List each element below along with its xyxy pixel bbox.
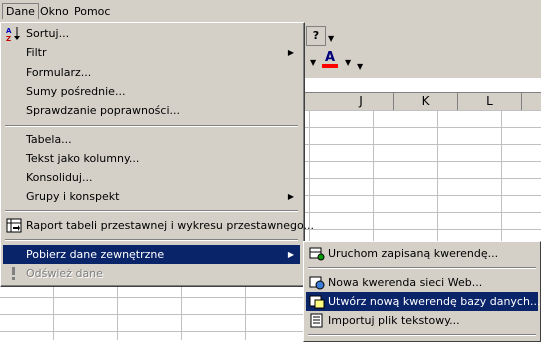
- menu-okno[interactable]: Okno: [37, 4, 72, 19]
- submenu-arrow-icon: ▶: [287, 192, 294, 201]
- menu-separator: [5, 125, 298, 127]
- menu-item-label: Odśwież dane: [26, 267, 103, 280]
- column-headers: J K L: [300, 93, 541, 111]
- font-color-icon[interactable]: A: [322, 50, 338, 68]
- menu-item-tabela[interactable]: Tabela...: [3, 130, 300, 149]
- menu-bar: Dane Okno Pomoc: [0, 0, 541, 23]
- menu-item-sumy-posrednie[interactable]: Sumy pośrednie...: [3, 82, 300, 101]
- chevron-down-icon[interactable]: ▼: [357, 62, 363, 71]
- submenu-item-nowa-kwerenda-web[interactable]: Nowa kwerenda sieci Web...: [306, 273, 538, 292]
- chevron-down-icon[interactable]: ▼: [310, 58, 316, 67]
- submenu-item-label: Importuj plik tekstowy...: [328, 314, 460, 327]
- chevron-down-icon[interactable]: ▼: [328, 34, 334, 43]
- menu-item-sprawdzanie-poprawnosci[interactable]: Sprawdzanie poprawności...: [3, 101, 300, 120]
- sort-az-icon: A Z: [6, 27, 20, 41]
- menu-item-sortuj[interactable]: A Z Sortuj...: [3, 24, 300, 43]
- column-header-j[interactable]: J: [329, 93, 394, 110]
- menu-separator: [5, 239, 298, 241]
- menu-separator: [308, 267, 536, 269]
- submenu-item-label: Uruchom zapisaną kwerendę...: [328, 247, 499, 260]
- chevron-down-icon[interactable]: ▼: [345, 58, 351, 67]
- formula-bar[interactable]: [300, 78, 541, 93]
- font-color-swatch: [322, 64, 338, 68]
- menu-separator: [5, 210, 298, 212]
- pivot-table-icon: [6, 218, 22, 233]
- menu-separator: [308, 334, 536, 336]
- menu-item-pobierz-dane-zewnetrzne[interactable]: Pobierz dane zewnętrzne ▶: [3, 245, 300, 264]
- menu-item-filtr[interactable]: Filtr ▶: [3, 43, 300, 62]
- submenu-item-utworz-kwerende-bazy[interactable]: Utwórz nową kwerendę bazy danych...: [306, 292, 541, 311]
- column-header-l[interactable]: L: [458, 93, 522, 110]
- column-header-k[interactable]: K: [394, 93, 458, 110]
- toolbar: ? ▼ ▼ A ▼ ▼: [300, 22, 541, 79]
- text-file-icon: [310, 313, 323, 328]
- svg-text:Z: Z: [6, 35, 11, 41]
- menu-item-label: Tekst jako kolumny...: [26, 152, 140, 165]
- help-question-icon[interactable]: ?: [306, 26, 326, 46]
- svg-text:A: A: [6, 27, 12, 35]
- database-query-icon: [309, 295, 325, 309]
- run-query-icon: [309, 247, 325, 261]
- menu-item-grupy-i-konspekt[interactable]: Grupy i konspekt ▶: [3, 187, 300, 206]
- menu-item-label: Sprawdzanie poprawności...: [26, 104, 180, 117]
- submenu-item-uruchom-kwerende[interactable]: Uruchom zapisaną kwerendę...: [306, 244, 538, 263]
- dane-menu: A Z Sortuj... Filtr ▶ Formularz... Sumy …: [0, 22, 314, 287]
- submenu-item-label: Nowa kwerenda sieci Web...: [328, 276, 483, 289]
- submenu-item-label: Utwórz nową kwerendę bazy danych...: [328, 295, 541, 308]
- menu-item-formularz[interactable]: Formularz...: [3, 63, 300, 82]
- menu-item-odswiez-dane[interactable]: Odśwież dane: [3, 264, 300, 283]
- external-data-submenu: Uruchom zapisaną kwerendę... Nowa kweren…: [303, 241, 541, 342]
- menu-item-label: Sortuj...: [26, 27, 70, 40]
- menu-pomoc[interactable]: Pomoc: [71, 4, 113, 19]
- menu-item-label: Grupy i konspekt: [26, 190, 120, 203]
- submenu-arrow-icon: ▶: [287, 250, 294, 259]
- menu-item-konsoliduj[interactable]: Konsoliduj...: [3, 168, 300, 187]
- submenu-arrow-icon: ▶: [287, 48, 294, 57]
- menu-item-label: Filtr: [26, 46, 47, 59]
- refresh-exclamation-icon: [12, 267, 15, 280]
- menu-item-tekst-jako-kolumny[interactable]: Tekst jako kolumny...: [3, 149, 300, 168]
- menu-item-label: Sumy pośrednie...: [26, 85, 126, 98]
- web-query-icon: [309, 276, 325, 290]
- menu-item-raport-tabeli-przestawnej[interactable]: Raport tabeli przestawnej i wykresu prze…: [3, 216, 314, 235]
- menu-item-label: Formularz...: [26, 66, 92, 79]
- menu-item-label: Konsoliduj...: [26, 171, 93, 184]
- submenu-item-importuj-plik[interactable]: Importuj plik tekstowy...: [306, 311, 538, 330]
- menu-item-label: Pobierz dane zewnętrzne: [26, 248, 165, 261]
- menu-dane[interactable]: Dane: [2, 3, 39, 19]
- menu-item-label: Raport tabeli przestawnej i wykresu prze…: [26, 219, 314, 232]
- menu-item-label: Tabela...: [26, 133, 72, 146]
- font-color-letter: A: [324, 50, 336, 65]
